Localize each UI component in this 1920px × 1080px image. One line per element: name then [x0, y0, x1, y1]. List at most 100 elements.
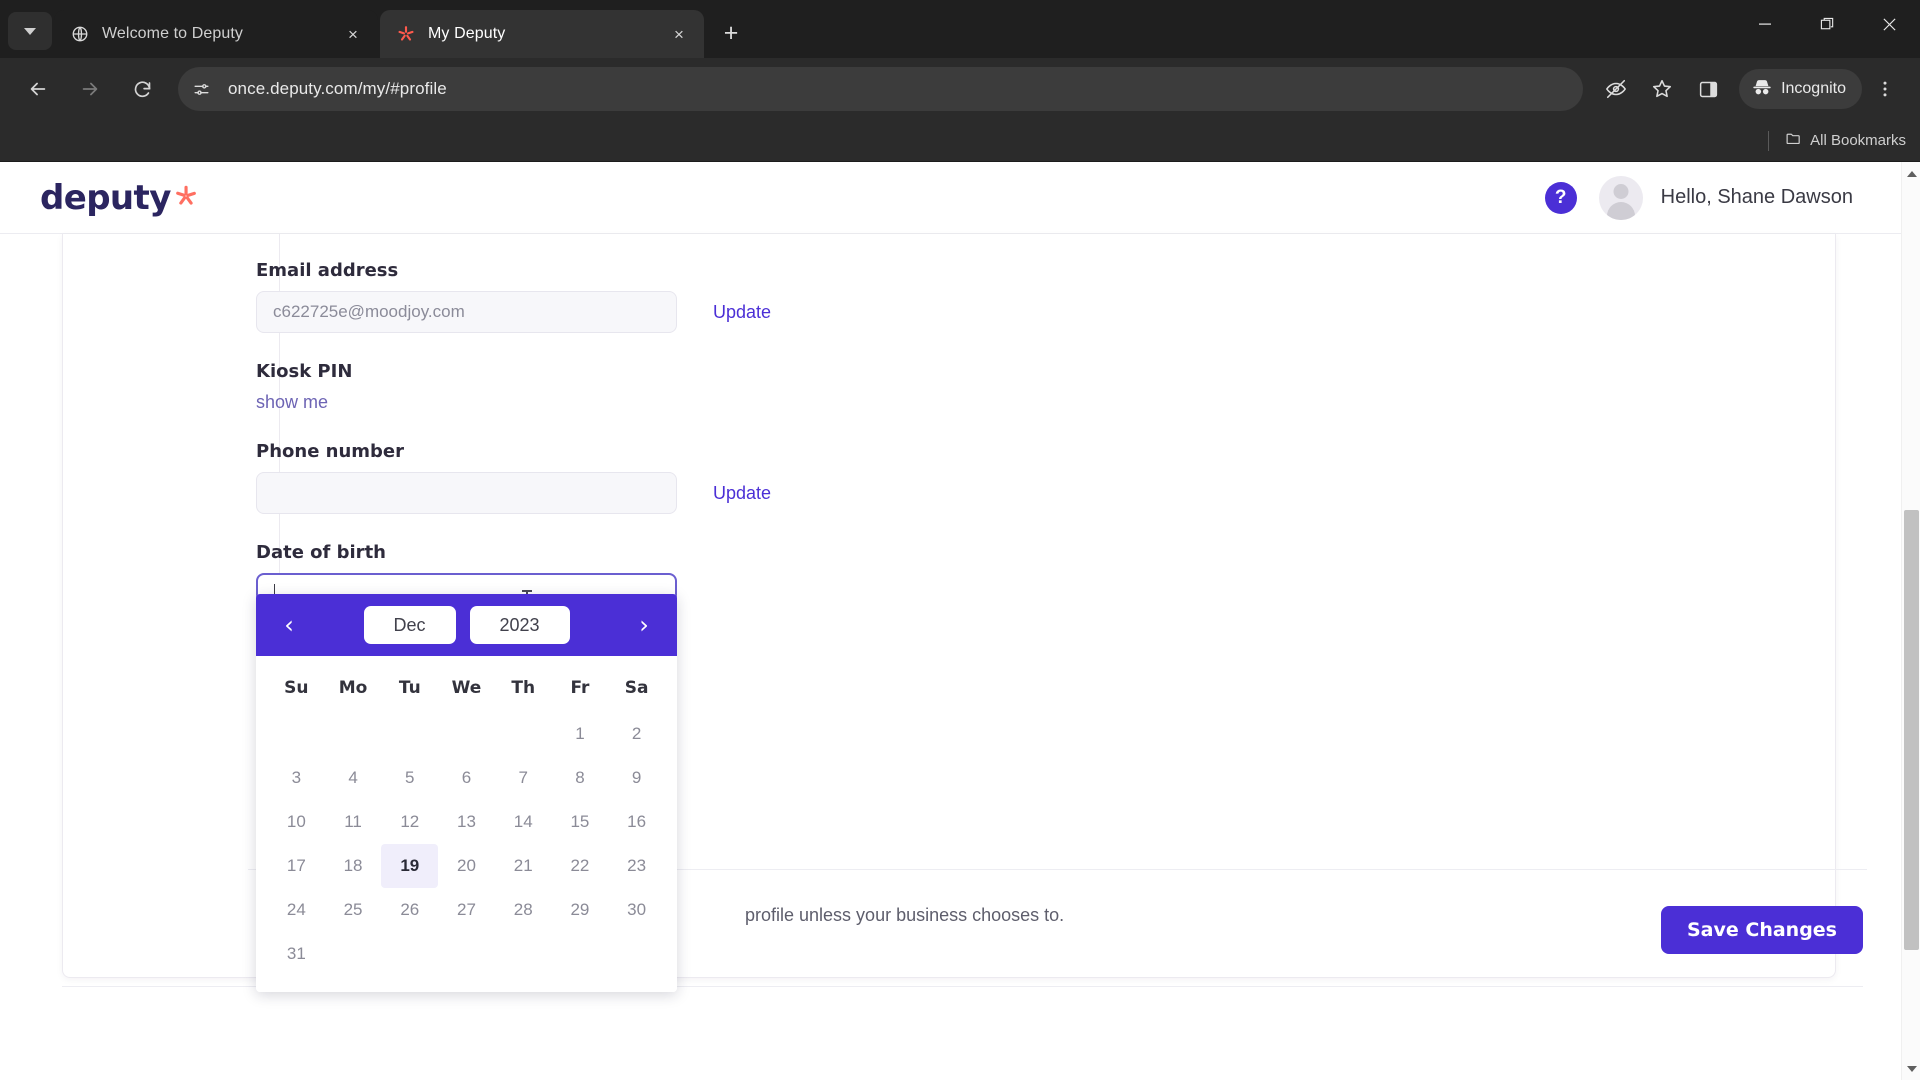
next-month-button[interactable]: ›	[627, 608, 661, 642]
day-cell[interactable]: 21	[495, 844, 552, 888]
header-actions: ? Hello, Shane Dawson	[1544, 175, 1853, 220]
day-cell[interactable]: 26	[381, 888, 438, 932]
url-text: once.deputy.com/my/#profile	[228, 79, 447, 98]
day-cell[interactable]: 31	[268, 932, 325, 976]
scroll-down-icon[interactable]	[1902, 1059, 1920, 1078]
prev-month-button[interactable]: ‹	[272, 608, 306, 642]
email-update-link[interactable]: Update	[713, 302, 771, 323]
day-cell[interactable]: 1	[552, 712, 609, 756]
day-cell[interactable]: 2	[608, 712, 665, 756]
greeting-text: Hello, Shane Dawson	[1660, 186, 1853, 208]
weekday-row: Su Mo Tu We Th Fr Sa	[268, 668, 665, 712]
day-cell[interactable]: 11	[325, 800, 382, 844]
day-cell[interactable]: 18	[325, 844, 382, 888]
save-changes-button[interactable]: Save Changes	[1660, 906, 1863, 954]
scrollbar-thumb[interactable]	[1904, 510, 1919, 950]
day-cell-empty	[495, 712, 552, 756]
weekday-label: Th	[511, 678, 536, 698]
address-bar[interactable]: once.deputy.com/my/#profile	[178, 67, 1584, 111]
weekday-label: Tu	[398, 678, 421, 698]
reload-button[interactable]	[120, 67, 164, 111]
all-bookmarks-button[interactable]: All Bookmarks	[1785, 130, 1906, 151]
day-cell[interactable]: 12	[381, 800, 438, 844]
day-cell[interactable]: 5	[381, 756, 438, 800]
day-cell[interactable]: 14	[495, 800, 552, 844]
page-scrollbar[interactable]	[1901, 162, 1920, 1080]
day-cell-empty	[325, 712, 382, 756]
day-cell[interactable]: 19	[381, 844, 439, 888]
browser-tab-my-deputy[interactable]: My Deputy ×	[380, 10, 704, 58]
day-cell[interactable]: 27	[438, 888, 495, 932]
day-cell[interactable]: 17	[268, 844, 325, 888]
browser-toolbar: once.deputy.com/my/#profile Incognito	[0, 58, 1920, 120]
day-cell[interactable]: 23	[608, 844, 665, 888]
datepicker-header: ‹ Dec 2023 ›	[256, 594, 677, 656]
day-cell[interactable]: 10	[268, 800, 325, 844]
day-cell[interactable]: 24	[268, 888, 325, 932]
day-cell[interactable]: 30	[608, 888, 665, 932]
day-cell-empty	[268, 712, 325, 756]
weekday-label: Su	[284, 678, 309, 698]
maximize-icon[interactable]	[1796, 0, 1858, 48]
month-select[interactable]: Dec	[363, 606, 456, 644]
close-icon[interactable]: ×	[340, 21, 366, 47]
email-field[interactable]: c622725e@moodjoy.com	[256, 291, 677, 333]
phone-label: Phone number	[256, 441, 405, 462]
day-cell[interactable]: 9	[608, 756, 665, 800]
day-cell[interactable]: 29	[552, 888, 609, 932]
day-cell[interactable]: 28	[495, 888, 552, 932]
tab-strip: Welcome to Deputy × My Deputy × +	[0, 0, 1920, 58]
incognito-indicator[interactable]: Incognito	[1739, 69, 1862, 109]
day-cell[interactable]: 16	[608, 800, 665, 844]
dob-label: Date of birth	[256, 542, 386, 563]
side-panel-icon[interactable]	[1688, 69, 1728, 109]
deputy-logo[interactable]: deputy	[40, 178, 199, 218]
day-cell[interactable]: 3	[268, 756, 325, 800]
tab-search-button[interactable]	[8, 12, 52, 50]
more-vertical-icon[interactable]	[1865, 69, 1905, 109]
browser-tab-welcome-to-deputy[interactable]: Welcome to Deputy ×	[54, 10, 378, 58]
forward-button[interactable]	[68, 67, 112, 111]
weekday-label: Sa	[624, 678, 649, 698]
day-cell[interactable]: 6	[438, 756, 495, 800]
day-cell[interactable]: 15	[552, 800, 609, 844]
day-cell[interactable]: 8	[552, 756, 609, 800]
year-select[interactable]: 2023	[469, 606, 570, 644]
field-kiosk-pin: Kiosk PIN show me	[256, 361, 1256, 413]
day-cell[interactable]: 22	[552, 844, 609, 888]
back-button[interactable]	[16, 67, 60, 111]
day-cell[interactable]: 4	[325, 756, 382, 800]
email-label: Email address	[256, 260, 399, 281]
new-tab-button[interactable]: +	[712, 14, 750, 52]
page-viewport: deputy ? Hello, Shane Dawson Email addre…	[0, 162, 1920, 1080]
field-date-of-birth: Date of birth ‹ Dec 2023 › Su Mo Tu We T…	[256, 542, 1256, 992]
kiosk-pin-label: Kiosk PIN	[256, 361, 353, 382]
globe-icon	[70, 24, 90, 44]
window-controls	[1734, 0, 1920, 48]
user-menu[interactable]: Hello, Shane Dawson	[1598, 175, 1853, 220]
day-cell[interactable]: 20	[438, 844, 495, 888]
kiosk-pin-show-link[interactable]: show me	[256, 392, 328, 412]
close-icon[interactable]	[1858, 0, 1920, 48]
scroll-up-icon[interactable]	[1902, 164, 1920, 183]
phone-update-link[interactable]: Update	[713, 483, 771, 504]
star-icon[interactable]	[1642, 69, 1682, 109]
eye-off-icon[interactable]	[1596, 69, 1636, 109]
content-area: Email address c622725e@moodjoy.com Updat…	[0, 234, 1901, 1080]
day-cell[interactable]: 13	[438, 800, 495, 844]
minimize-icon[interactable]	[1734, 0, 1796, 48]
field-phone-number: Phone number Update	[256, 441, 1256, 514]
site-settings-icon[interactable]	[184, 72, 218, 106]
phone-field[interactable]	[256, 472, 677, 514]
day-grid: 1 2 3 4 5 6 7 8 9 10 11 12 13 14 15 16 17 18 19 20 21 22 23 24 2…	[268, 712, 665, 976]
datepicker-popup: ‹ Dec 2023 › Su Mo Tu We Th Fr Sa 1 2 3 4 5 6 7 8 9 10 1…	[256, 594, 677, 992]
help-icon[interactable]: ?	[1544, 181, 1577, 214]
divider	[1768, 130, 1770, 151]
weekday-label: Fr	[570, 678, 590, 698]
close-icon[interactable]: ×	[666, 21, 692, 47]
day-cell[interactable]: 7	[495, 756, 552, 800]
deputy-profile-page: deputy ? Hello, Shane Dawson Email addre…	[0, 162, 1901, 1080]
day-cell[interactable]: 25	[325, 888, 382, 932]
datepicker-selects: Dec 2023	[363, 606, 570, 644]
dob-hint-text: profile unless your business chooses to.	[745, 905, 1065, 925]
